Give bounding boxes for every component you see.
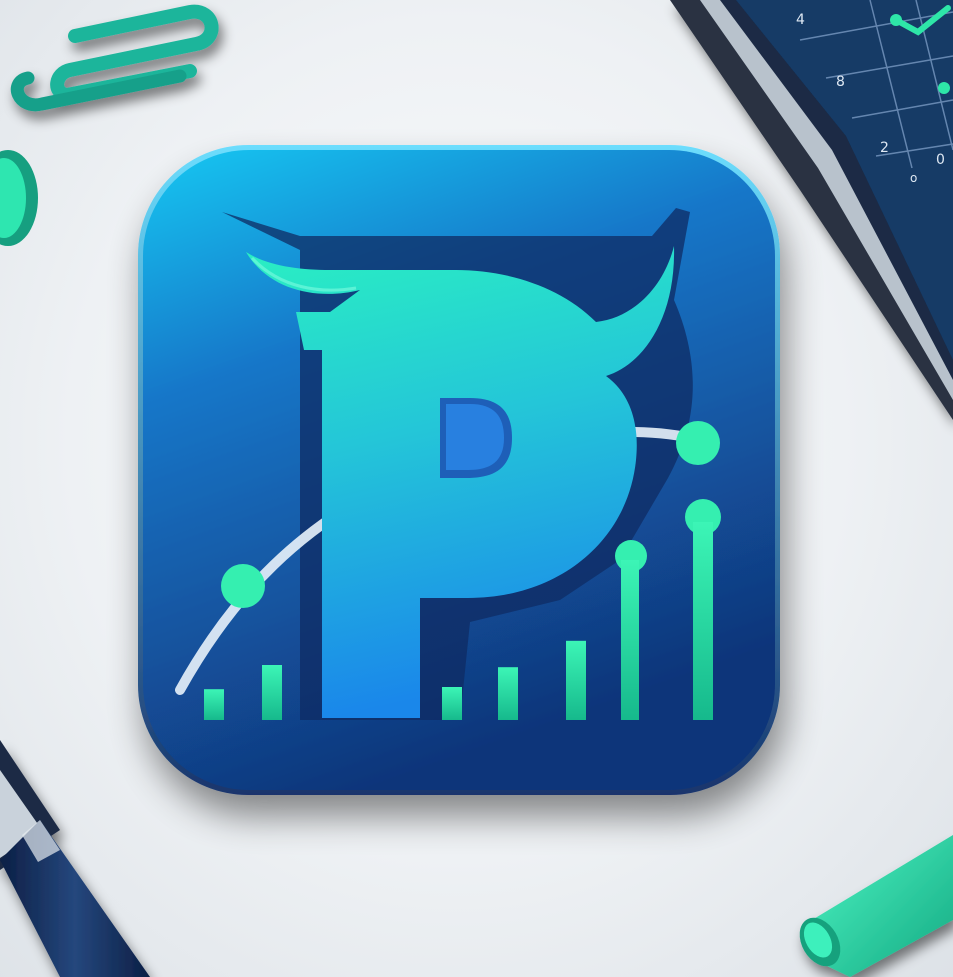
chart-bar <box>262 665 282 720</box>
chart-bar <box>566 640 586 720</box>
chart-bar <box>498 667 518 720</box>
highlighter-icon <box>799 835 953 977</box>
paperclip-icon <box>10 4 219 112</box>
app-icon-scene: 4 8 2 0 o <box>0 0 953 977</box>
svg-text:2: 2 <box>880 140 889 156</box>
chart-bar <box>204 689 224 720</box>
svg-text:8: 8 <box>836 74 845 90</box>
trend-dot <box>221 564 265 608</box>
trend-dot <box>676 421 720 465</box>
svg-text:0: 0 <box>936 152 945 168</box>
chart-bar <box>442 687 462 720</box>
trend-dot-stem <box>621 560 639 720</box>
app-icon-artwork: 4 8 2 0 o <box>0 0 953 977</box>
marker-cap-icon <box>0 150 38 246</box>
svg-text:o: o <box>910 171 917 185</box>
pen-icon <box>0 740 150 977</box>
trend-dot-stem <box>693 522 713 720</box>
svg-text:4: 4 <box>796 12 805 28</box>
